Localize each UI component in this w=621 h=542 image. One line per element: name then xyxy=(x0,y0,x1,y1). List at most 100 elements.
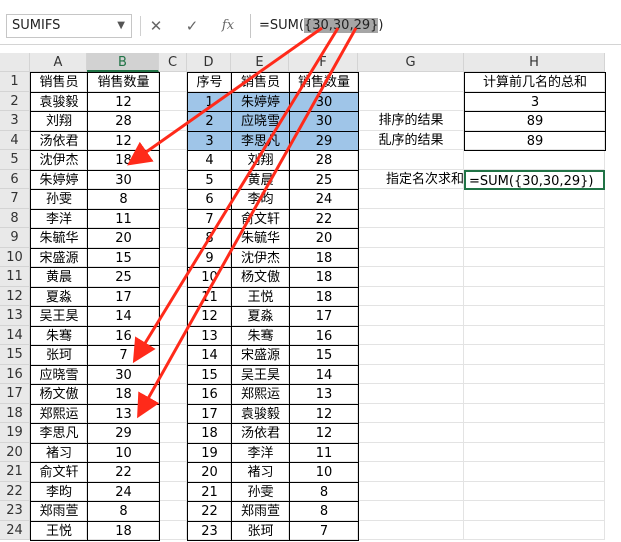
data-cell[interactable]: 8 xyxy=(289,481,359,502)
row-header-9[interactable]: 9 xyxy=(0,228,30,248)
data-cell[interactable]: 应晓雪 xyxy=(231,111,290,132)
column-header-f[interactable]: F xyxy=(289,53,358,72)
data-cell[interactable]: 10 xyxy=(87,442,160,463)
data-cell[interactable]: 朱毓华 xyxy=(231,228,290,249)
grid-cell[interactable] xyxy=(159,208,187,228)
grid-cell[interactable] xyxy=(159,364,187,384)
grid-cell[interactable] xyxy=(464,267,605,287)
grid-cell[interactable] xyxy=(464,462,605,482)
data-cell[interactable]: 李思凡 xyxy=(30,423,88,444)
column-header-c[interactable]: C xyxy=(159,53,187,72)
grid-cell[interactable] xyxy=(464,520,605,540)
row-header-6[interactable]: 6 xyxy=(0,169,30,189)
data-cell[interactable]: 杨文傲 xyxy=(231,267,290,288)
data-cell[interactable]: 李昀 xyxy=(231,189,290,210)
grid-cell[interactable] xyxy=(159,169,187,189)
data-cell[interactable]: 袁骏毅 xyxy=(231,403,290,424)
grid-cell[interactable] xyxy=(159,286,187,306)
data-cell[interactable]: 11 xyxy=(187,286,232,307)
row-header-12[interactable]: 12 xyxy=(0,286,30,306)
result-top-n[interactable]: 3 xyxy=(464,91,606,112)
row-header-18[interactable]: 18 xyxy=(0,403,30,423)
result-header[interactable]: 计算前几名的总和 xyxy=(464,72,606,93)
grid-cell[interactable] xyxy=(464,501,605,521)
data-cell[interactable]: 7 xyxy=(289,520,359,541)
column-header-h[interactable]: H xyxy=(464,53,605,72)
grid-cell[interactable] xyxy=(464,306,605,326)
select-all-corner[interactable] xyxy=(0,53,30,72)
data-cell[interactable]: 李昀 xyxy=(30,481,88,502)
grid-cell[interactable] xyxy=(358,520,464,540)
data-cell[interactable]: 郑雨萱 xyxy=(231,501,290,522)
result-unsorted[interactable]: 89 xyxy=(464,130,606,151)
grid-cell[interactable] xyxy=(358,72,464,92)
data-cell[interactable]: 16 xyxy=(187,384,232,405)
data-cell[interactable]: 16 xyxy=(289,325,359,346)
data-cell[interactable]: 12 xyxy=(289,403,359,424)
row-header-1[interactable]: 1 xyxy=(0,72,30,92)
row-header-3[interactable]: 3 xyxy=(0,111,30,131)
row-header-5[interactable]: 5 xyxy=(0,150,30,170)
label-rank-sum[interactable]: 指定名次求和 xyxy=(358,170,464,190)
grid-cell[interactable] xyxy=(358,208,464,228)
grid-cell[interactable] xyxy=(358,481,464,501)
data-cell[interactable]: 13 xyxy=(187,325,232,346)
header-cell[interactable]: 销售数量 xyxy=(289,72,359,93)
data-cell[interactable]: 应晓雪 xyxy=(30,364,88,385)
grid-cell[interactable] xyxy=(159,384,187,404)
column-header-g[interactable]: G xyxy=(358,53,464,72)
data-cell[interactable]: 朱骞 xyxy=(231,325,290,346)
grid-cell[interactable] xyxy=(159,72,187,92)
row-header-21[interactable]: 21 xyxy=(0,462,30,482)
grid-cell[interactable] xyxy=(159,247,187,267)
row-header-20[interactable]: 20 xyxy=(0,442,30,462)
data-cell[interactable]: 18 xyxy=(187,423,232,444)
cancel-icon[interactable]: ✕ xyxy=(142,14,170,38)
row-header-24[interactable]: 24 xyxy=(0,520,30,540)
grid-cell[interactable] xyxy=(358,384,464,404)
data-cell[interactable]: 郑熙运 xyxy=(231,384,290,405)
data-cell[interactable]: 4 xyxy=(187,150,232,171)
data-cell[interactable]: 28 xyxy=(289,150,359,171)
grid-cell[interactable] xyxy=(464,345,605,365)
data-cell[interactable]: 沈伊杰 xyxy=(231,247,290,268)
data-cell[interactable]: 夏淼 xyxy=(231,306,290,327)
label-sorted[interactable]: 排序的结果 xyxy=(358,111,464,131)
data-cell[interactable]: 30 xyxy=(87,169,160,190)
active-cell-editor[interactable]: =SUM({30,30,29}) xyxy=(464,169,605,190)
enter-icon[interactable]: ✓ xyxy=(178,14,206,38)
grid-cell[interactable] xyxy=(159,91,187,111)
data-cell[interactable]: 宋盛源 xyxy=(30,247,88,268)
grid-cell[interactable] xyxy=(358,228,464,248)
data-cell[interactable]: 25 xyxy=(87,267,160,288)
data-cell[interactable]: 宋盛源 xyxy=(231,345,290,366)
data-cell[interactable]: 朱骞 xyxy=(30,325,88,346)
grid-cell[interactable] xyxy=(358,364,464,384)
grid-cell[interactable] xyxy=(358,267,464,287)
data-cell[interactable]: 14 xyxy=(187,345,232,366)
data-cell[interactable]: 郑雨萱 xyxy=(30,501,88,522)
data-cell[interactable]: 22 xyxy=(289,208,359,229)
grid-cell[interactable] xyxy=(464,481,605,501)
grid-cell[interactable] xyxy=(159,423,187,443)
data-cell[interactable]: 吴王昊 xyxy=(30,306,88,327)
row-header-2[interactable]: 2 xyxy=(0,91,30,111)
data-cell[interactable]: 夏淼 xyxy=(30,286,88,307)
grid-cell[interactable] xyxy=(159,442,187,462)
data-cell[interactable]: 8 xyxy=(87,501,160,522)
grid-cell[interactable] xyxy=(358,403,464,423)
data-cell[interactable]: 7 xyxy=(87,345,160,366)
grid-cell[interactable] xyxy=(358,462,464,482)
data-cell[interactable]: 朱婷婷 xyxy=(231,91,290,112)
header-cell[interactable]: 序号 xyxy=(187,72,232,93)
data-cell[interactable]: 21 xyxy=(187,481,232,502)
row-header-22[interactable]: 22 xyxy=(0,481,30,501)
row-header-13[interactable]: 13 xyxy=(0,306,30,326)
grid-cell[interactable] xyxy=(159,481,187,501)
data-cell[interactable]: 30 xyxy=(87,364,160,385)
grid-cell[interactable] xyxy=(464,384,605,404)
data-cell[interactable]: 23 xyxy=(187,520,232,541)
data-cell[interactable]: 17 xyxy=(289,306,359,327)
data-cell[interactable]: 18 xyxy=(289,267,359,288)
data-cell[interactable]: 6 xyxy=(187,189,232,210)
